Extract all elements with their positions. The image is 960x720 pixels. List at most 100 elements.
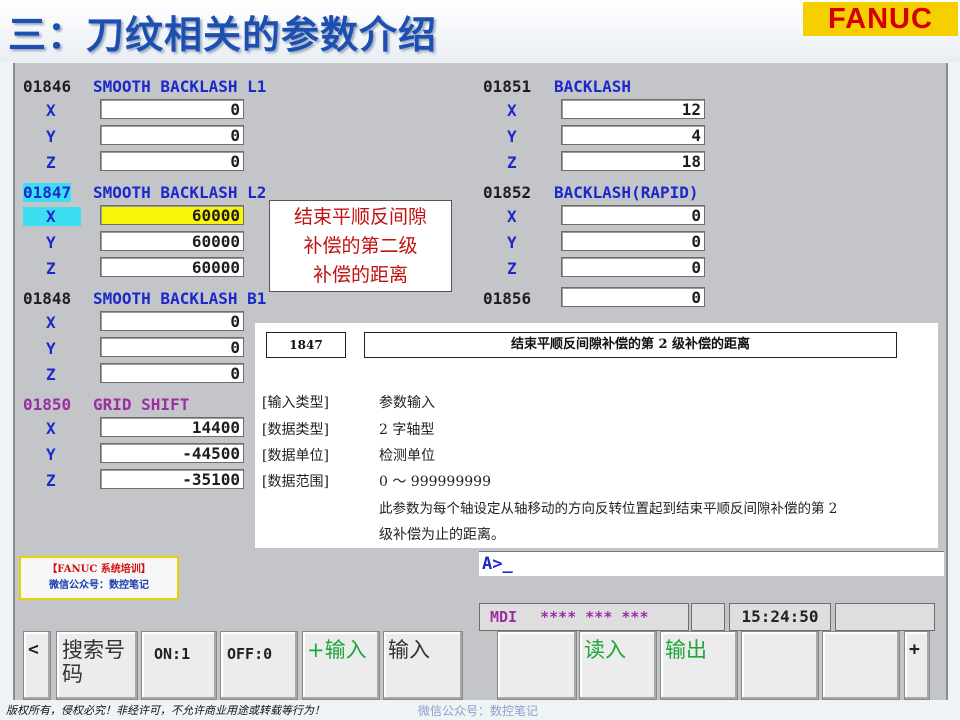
param-1846-z-field[interactable]: 0 [100,151,244,171]
axis-label-x: X [46,101,56,120]
param-1852-z-field[interactable]: 0 [561,257,705,277]
manual-description: 此参数为每个轴设定从轴移动的方向反转位置起到结束平顺反间隙补偿的第 2 [379,501,838,517]
manual-description-cont: 级补偿为止的距离。 [379,527,505,543]
status-mode-box: MDI **** *** *** [479,603,689,631]
badge-line: 微信公众号：数控笔记 [49,580,149,591]
param-1852-y-field[interactable]: 0 [561,231,705,251]
param-name: SMOOTH BACKLASH L1 [93,77,267,96]
input-prompt[interactable]: A>_ [482,554,513,574]
annotation-note: 结束平顺反间隙 补偿的第二级 补偿的距离 [269,200,452,292]
plus-icon: + [909,639,920,660]
param-name: GRID SHIFT [93,395,190,414]
status-empty-box [691,603,725,631]
input-prompt-line[interactable]: A>_ [479,551,944,576]
manual-param-number: 1847 [266,332,346,358]
param-number: 01851 [483,77,532,96]
param-1848-y-field[interactable]: 0 [100,337,244,357]
manual-value: 参数输入 [379,395,435,411]
axis-label-y: Y [46,127,56,146]
manual-label: [数据单位] [262,448,329,464]
copyright-notice: 版权所有，侵权必究！非经许可，不允许商业用途或转载等行为！ [6,704,325,717]
chevron-left-icon: < [28,639,39,660]
softkey-input[interactable]: 输入 [383,631,463,700]
softkey-output[interactable]: 输出 [660,631,738,700]
param-number-selected: 01847 [23,183,72,202]
axis-label-y: Y [507,233,517,252]
axis-label-y: Y [46,339,56,358]
param-name: SMOOTH BACKLASH L2 [93,183,267,202]
param-1847-y-field[interactable]: 60000 [100,231,244,251]
softkey-label: +输入 [307,638,367,662]
axis-label-x: X [46,419,56,438]
axis-label-z: Z [46,365,56,384]
param-1847-z-field[interactable]: 60000 [100,257,244,277]
softkey-label: 搜索号 码 [62,638,125,686]
slide-title: 三：刀纹相关的参数介绍 [8,13,438,57]
axis-label-y: Y [46,233,56,252]
softkey-label: 输出 [665,638,707,662]
softkey-next[interactable]: + [904,631,930,700]
param-number: 01856 [483,289,532,308]
param-1852-x-field[interactable]: 0 [561,205,705,225]
manual-label: [数据范围] [262,474,329,490]
softkey-label: ON:1 [154,645,191,663]
status-stars: **** *** *** [540,608,649,626]
axis-label-x: X [46,313,56,332]
softkey-plus-input[interactable]: +输入 [302,631,380,700]
param-1847-x-field[interactable]: 60000 [100,205,244,225]
param-1851-y-field[interactable]: 4 [561,125,705,145]
param-1851-x-field[interactable]: 12 [561,99,705,119]
param-1846-x-field[interactable]: 0 [100,99,244,119]
note-line: 补偿的距离 [312,264,408,286]
status-clock: 15:24:50 [729,603,831,631]
softkey-prev[interactable]: < [23,631,51,700]
param-1856-field[interactable]: 0 [561,287,705,307]
softkey-label: OFF:0 [227,645,273,663]
softkey-on1[interactable]: ON:1 [141,631,217,700]
axis-label-x: X [507,101,517,120]
param-number: 01846 [23,77,72,96]
manual-value: 2 字轴型 [379,422,435,438]
param-name: BACKLASH(RAPID) [554,183,699,202]
badge-line: 【FANUC 系统培训】 [47,564,151,575]
footer-wechat: 微信公众号：数控笔记 [418,704,539,718]
axis-label-y: Y [507,127,517,146]
axis-label-y: Y [46,445,56,464]
manual-value: 0 ～ 999999999 [379,474,491,490]
axis-label-z: Z [507,153,517,172]
param-number: 01850 [23,395,72,414]
softkey-label: 输入 [388,638,430,662]
axis-label-x-selected: X [23,207,81,226]
axis-label-z: Z [507,259,517,278]
param-1848-z-field[interactable]: 0 [100,363,244,383]
fanuc-logo: FANUC [803,2,958,36]
param-name: BACKLASH [554,77,632,96]
manual-label: [输入类型] [262,395,329,411]
param-1851-z-field[interactable]: 18 [561,151,705,171]
param-1846-y-field[interactable]: 0 [100,125,244,145]
param-1850-z-field[interactable]: -35100 [100,469,244,489]
param-1850-x-field[interactable]: 14400 [100,417,244,437]
param-number: 01848 [23,289,72,308]
softkey-search-number[interactable]: 搜索号 码 [56,631,138,700]
softkey-blank[interactable] [822,631,900,700]
param-1848-x-field[interactable]: 0 [100,311,244,331]
softkey-blank[interactable] [497,631,577,700]
axis-label-x: X [507,207,517,226]
softkey-off0[interactable]: OFF:0 [220,631,298,700]
wechat-badge: 【FANUC 系统培训】 微信公众号：数控笔记 [19,556,179,600]
softkey-label: 读入 [584,638,626,662]
softkey-blank[interactable] [741,631,819,700]
param-1850-y-field[interactable]: -44500 [100,443,244,463]
axis-label-z: Z [46,259,56,278]
status-mode: MDI [490,608,518,626]
param-number: 01852 [483,183,532,202]
manual-value: 检测单位 [379,448,435,464]
parameter-manual-panel: 1847 结束平顺反间隙补偿的第 2 级补偿的距离 [输入类型] 参数输入 [数… [255,323,938,548]
note-line: 结束平顺反间隙 [293,206,427,228]
softkey-read[interactable]: 读入 [579,631,657,700]
axis-label-z: Z [46,153,56,172]
manual-param-title: 结束平顺反间隙补偿的第 2 级补偿的距离 [364,332,897,358]
status-bar: MDI **** *** *** 15:24:50 [479,603,944,631]
param-name: SMOOTH BACKLASH B1 [93,289,267,308]
